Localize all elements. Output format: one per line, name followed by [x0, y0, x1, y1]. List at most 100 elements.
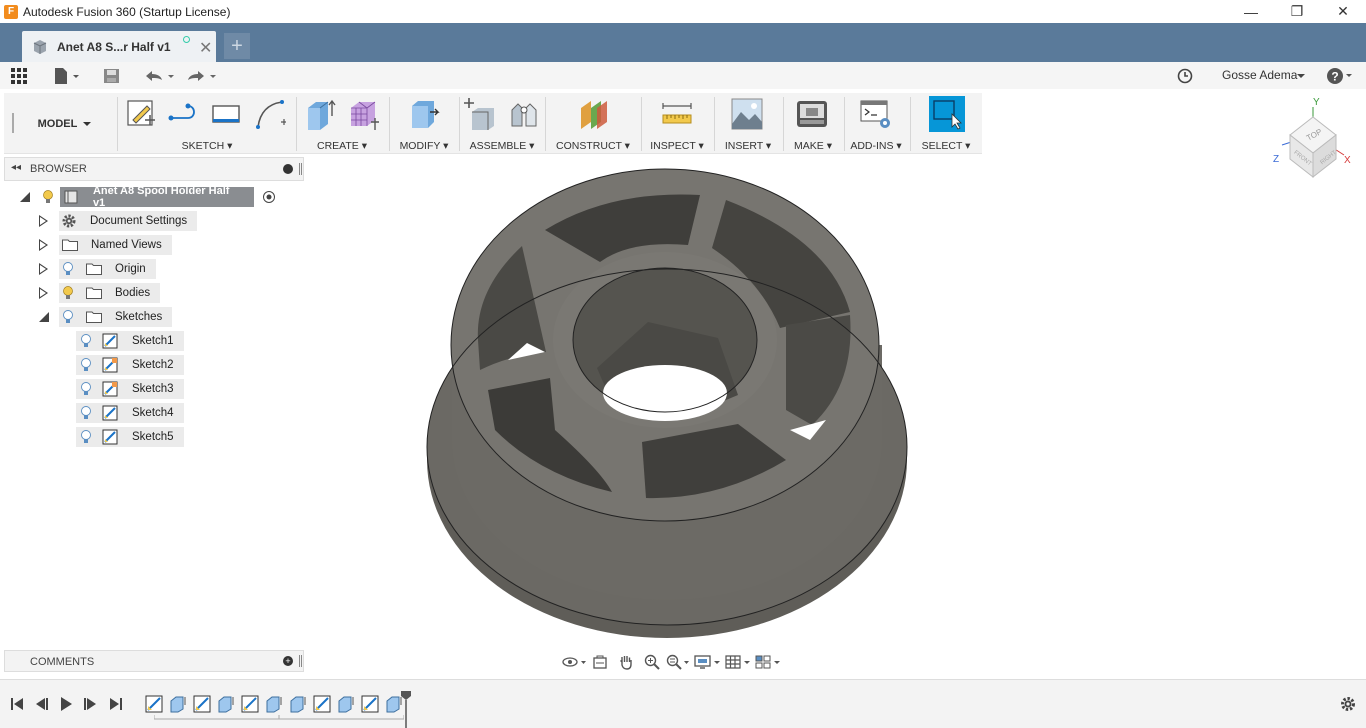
browser-item-named-views[interactable]: Named Views: [39, 235, 172, 255]
timeline-sketch-icon[interactable]: [241, 695, 259, 713]
play-icon[interactable]: [59, 697, 73, 711]
browser-item-sketches[interactable]: Sketches: [39, 307, 173, 327]
minimize-button[interactable]: —: [1228, 0, 1274, 23]
redo-icon[interactable]: [186, 66, 218, 86]
select-tool-icon[interactable]: [929, 96, 965, 132]
expanded-triangle-icon[interactable]: [39, 312, 49, 322]
undo-icon[interactable]: [144, 66, 176, 86]
save-icon[interactable]: [103, 66, 120, 86]
timeline-sketch-icon[interactable]: [313, 695, 331, 713]
zoom-icon[interactable]: [639, 652, 665, 672]
browser-item-origin[interactable]: Origin: [39, 259, 156, 279]
joint-icon[interactable]: [508, 98, 540, 130]
visibility-bulb-off-icon[interactable]: [62, 262, 74, 276]
workspace-switcher[interactable]: MODEL: [12, 93, 118, 154]
3d-viewport-canvas[interactable]: [305, 155, 1366, 650]
collapsed-triangle-icon[interactable]: [39, 239, 49, 251]
timeline-settings-gear-icon[interactable]: [1340, 696, 1356, 712]
display-settings-icon[interactable]: [691, 652, 723, 672]
collapsed-triangle-icon[interactable]: [39, 263, 49, 275]
select-menu[interactable]: SELECT ▾: [913, 140, 979, 152]
timeline-sketch-icon[interactable]: [145, 695, 163, 713]
add-comment-button[interactable]: +: [283, 656, 293, 666]
extrude-icon[interactable]: [304, 98, 336, 130]
visibility-bulb-off-icon[interactable]: [80, 430, 92, 444]
close-window-button[interactable]: ✕: [1320, 0, 1366, 23]
visibility-bulb-off-icon[interactable]: [80, 382, 92, 396]
timeline-extrude-icon[interactable]: [265, 695, 283, 713]
viewports-layout-icon[interactable]: [753, 652, 783, 672]
form-box-icon[interactable]: [347, 98, 379, 130]
sketch-item[interactable]: Sketch5: [76, 427, 184, 447]
visibility-bulb-off-icon[interactable]: [80, 334, 92, 348]
view-cube[interactable]: Y Z X TOP FRONT RIGHT: [1270, 95, 1360, 180]
assemble-menu[interactable]: ASSEMBLE ▾: [462, 140, 542, 152]
orbit-icon[interactable]: [561, 652, 587, 672]
offset-plane-icon[interactable]: [578, 98, 610, 130]
sketch-item[interactable]: Sketch3: [76, 379, 184, 399]
sketch-item[interactable]: Sketch2: [76, 355, 184, 375]
help-menu-icon[interactable]: ?: [1326, 66, 1354, 86]
collapsed-triangle-icon[interactable]: [39, 215, 49, 227]
new-component-icon[interactable]: [464, 98, 496, 130]
browser-item-bodies[interactable]: Bodies: [39, 283, 161, 303]
visibility-bulb-off-icon[interactable]: [80, 358, 92, 372]
construct-menu[interactable]: CONSTRUCT ▾: [548, 140, 638, 152]
close-tab-icon[interactable]: ✕: [199, 38, 212, 58]
timeline-extrude-icon[interactable]: [169, 695, 187, 713]
timeline-sketch-icon[interactable]: [193, 695, 211, 713]
scripts-add-ins-icon[interactable]: [860, 98, 892, 130]
timeline-extrude-icon[interactable]: [217, 695, 235, 713]
browser-item-document-settings[interactable]: Document Settings: [39, 211, 198, 231]
timeline-extrude-icon[interactable]: [337, 695, 355, 713]
modify-menu[interactable]: MODIFY ▾: [392, 140, 456, 152]
expanded-triangle-icon[interactable]: [20, 192, 30, 202]
sketch-item[interactable]: Sketch1: [76, 331, 184, 351]
data-panel-grid-icon[interactable]: [11, 66, 29, 86]
maximize-button[interactable]: ❐: [1274, 0, 1320, 23]
pan-hand-icon[interactable]: [613, 652, 639, 672]
insert-image-icon[interactable]: [731, 98, 763, 130]
new-tab-button[interactable]: +: [224, 33, 250, 59]
go-to-start-icon[interactable]: [10, 697, 24, 711]
arc-tool-icon[interactable]: [254, 98, 286, 130]
3d-print-icon[interactable]: [796, 98, 828, 130]
rectangle-tool-icon[interactable]: [210, 98, 242, 130]
create-sketch-icon[interactable]: [125, 98, 157, 130]
sketch-menu[interactable]: SKETCH ▾: [122, 140, 292, 152]
timeline-sketch-icon[interactable]: [361, 695, 379, 713]
comments-pin-grip[interactable]: [299, 655, 302, 667]
sketch-item[interactable]: Sketch4: [76, 403, 184, 423]
browser-root-node[interactable]: Anet A8 Spool Holder Half v1: [20, 185, 276, 209]
make-menu[interactable]: MAKE ▾: [786, 140, 840, 152]
fit-zoom-window-icon[interactable]: [665, 652, 691, 672]
activate-component-radio-icon[interactable]: [262, 190, 276, 204]
press-pull-icon[interactable]: [408, 98, 440, 130]
visibility-bulb-off-icon[interactable]: [62, 310, 74, 324]
step-forward-icon[interactable]: [84, 697, 98, 711]
document-tab[interactable]: Anet A8 S...r Half v1 ✕: [22, 31, 216, 62]
measure-icon[interactable]: [661, 98, 693, 130]
collapsed-triangle-icon[interactable]: [39, 287, 49, 299]
job-status-clock-icon[interactable]: [1177, 66, 1193, 86]
timeline-extrude-icon[interactable]: [289, 695, 307, 713]
file-menu-icon[interactable]: [54, 66, 80, 86]
line-tool-icon[interactable]: [168, 98, 200, 130]
add-ins-menu[interactable]: ADD-INS ▾: [846, 140, 906, 152]
look-at-icon[interactable]: [587, 652, 613, 672]
visibility-bulb-icon[interactable]: [42, 190, 54, 204]
insert-menu[interactable]: INSERT ▾: [717, 140, 779, 152]
step-back-icon[interactable]: [34, 697, 48, 711]
inspect-menu[interactable]: INSPECT ▾: [644, 140, 710, 152]
grid-settings-icon[interactable]: [723, 652, 753, 672]
user-account-menu[interactable]: Gosse Adema: [1222, 68, 1297, 82]
visibility-bulb-off-icon[interactable]: [80, 406, 92, 420]
browser-pin-grip[interactable]: [299, 163, 302, 175]
create-menu[interactable]: CREATE ▾: [299, 140, 385, 152]
go-to-end-icon[interactable]: [109, 697, 123, 711]
user-menu-chevron-down-icon[interactable]: [1297, 66, 1305, 86]
collapse-browser-icon[interactable]: ◂◂: [11, 162, 21, 173]
visibility-bulb-icon[interactable]: [62, 286, 74, 300]
browser-minimize-button[interactable]: [283, 164, 293, 174]
timeline-marker-handle[interactable]: [400, 690, 412, 728]
